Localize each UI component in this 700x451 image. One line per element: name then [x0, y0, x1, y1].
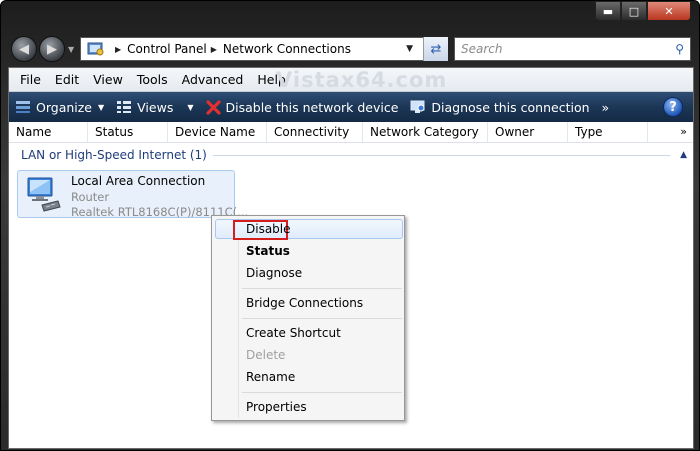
- column-type[interactable]: Type: [568, 122, 648, 142]
- navigation-buttons: ◀ ▶ ▼: [11, 36, 74, 62]
- address-bar[interactable]: ▶ Control Panel ▶ Network Connections ▼: [80, 37, 448, 61]
- chevron-down-icon: ▼: [187, 102, 194, 112]
- help-button[interactable]: ?: [663, 97, 683, 117]
- chevron-down-icon: ▼: [98, 102, 105, 112]
- menu-edit[interactable]: Edit: [48, 72, 86, 87]
- context-menu: Disable Status Diagnose Bridge Connectio…: [211, 215, 405, 421]
- breadcrumb-network-connections[interactable]: Network Connections: [223, 42, 351, 56]
- organize-button[interactable]: Organize ▼: [15, 100, 104, 115]
- disable-network-device-label: Disable this network device: [225, 99, 399, 115]
- menu-item-create-shortcut[interactable]: Create Shortcut: [246, 326, 341, 340]
- menu-advanced[interactable]: Advanced: [175, 72, 251, 87]
- network-adapter-icon: [27, 177, 61, 212]
- diagnose-icon: [410, 100, 426, 114]
- column-connectivity[interactable]: Connectivity: [267, 122, 363, 142]
- recent-pages-dropdown[interactable]: ▼: [68, 45, 74, 54]
- control-panel-icon: [87, 42, 104, 56]
- menu-item-status[interactable]: Status: [246, 244, 290, 258]
- menu-separator: [242, 392, 402, 393]
- close-button[interactable]: ✕: [647, 1, 691, 21]
- explorer-window: ▬ □ ✕ ◀ ▶ ▼ ▶ Control Panel ▶ Network Co…: [0, 0, 700, 451]
- chevron-right-double-icon: »: [601, 99, 610, 115]
- minimize-icon: ▬: [602, 4, 614, 18]
- command-bar: Organize ▼ Views ▼ Disable this network …: [9, 92, 693, 122]
- forward-arrow-icon: ▶: [47, 41, 57, 57]
- menu-item-diagnose[interactable]: Diagnose: [246, 266, 302, 280]
- connection-type: Router: [71, 190, 110, 204]
- address-dropdown-icon[interactable]: ▼: [406, 44, 413, 54]
- column-network-category[interactable]: Network Category: [363, 122, 488, 142]
- menu-file[interactable]: File: [13, 72, 48, 87]
- group-divider: [212, 154, 671, 156]
- diagnose-connection-button[interactable]: Diagnose this connection: [410, 99, 590, 115]
- diagnose-connection-label: Diagnose this connection: [431, 99, 590, 115]
- toolbar-overflow-button[interactable]: »: [602, 100, 610, 115]
- maximize-button[interactable]: □: [621, 1, 647, 21]
- menu-bar: File Edit View Tools Advanced Help Vista…: [9, 68, 693, 92]
- help-icon: ?: [669, 99, 677, 115]
- maximize-icon: □: [628, 4, 640, 18]
- forward-button[interactable]: ▶: [39, 36, 65, 62]
- breadcrumb-control-panel[interactable]: Control Panel: [127, 42, 207, 56]
- organize-label: Organize: [36, 99, 92, 115]
- menu-item-delete: Delete: [246, 348, 286, 362]
- column-name[interactable]: Name: [9, 122, 88, 142]
- red-x-icon: [205, 99, 221, 115]
- views-label: Views: [137, 99, 174, 115]
- column-device-name[interactable]: Device Name: [168, 122, 267, 142]
- refresh-icon: ⇄: [430, 41, 442, 57]
- context-menu-gutter: [238, 218, 239, 418]
- menu-separator: [242, 318, 402, 319]
- search-placeholder: Search: [461, 42, 503, 56]
- menu-item-rename[interactable]: Rename: [246, 370, 295, 384]
- menu-separator: [242, 288, 402, 289]
- organize-icon: [15, 100, 31, 114]
- menu-tools[interactable]: Tools: [130, 72, 175, 87]
- group-label: LAN or High-Speed Internet (1): [21, 148, 207, 162]
- disable-network-device-button[interactable]: Disable this network device: [205, 99, 399, 115]
- caption-buttons: ▬ □ ✕: [595, 1, 691, 21]
- collapse-group-icon[interactable]: ▲: [680, 150, 687, 160]
- back-button[interactable]: ◀: [11, 36, 37, 62]
- views-button[interactable]: Views ▼: [116, 99, 194, 115]
- breadcrumb-separator-icon: ▶: [115, 44, 122, 54]
- search-icon[interactable]: ⚲: [675, 42, 684, 56]
- columns-overflow-icon[interactable]: »: [680, 125, 687, 138]
- menu-item-bridge-connections[interactable]: Bridge Connections: [246, 296, 363, 310]
- menu-item-disable[interactable]: Disable: [246, 222, 291, 236]
- watermark: Vistax64.com: [276, 68, 448, 92]
- column-status[interactable]: Status: [88, 122, 168, 142]
- column-headers: Name Status Device Name Connectivity Net…: [9, 122, 693, 143]
- views-icon: [116, 100, 132, 114]
- menu-view[interactable]: View: [86, 72, 130, 87]
- local-area-connection-item[interactable]: Local Area Connection Router Realtek RTL…: [17, 170, 248, 219]
- menu-item-properties[interactable]: Properties: [246, 400, 307, 414]
- search-input[interactable]: Search ⚲: [454, 37, 691, 61]
- breadcrumb-separator-icon: ▶: [210, 44, 217, 54]
- back-arrow-icon: ◀: [19, 41, 29, 57]
- column-owner[interactable]: Owner: [488, 122, 568, 142]
- connection-name: Local Area Connection: [71, 174, 206, 188]
- close-icon: ✕: [664, 4, 674, 18]
- group-header[interactable]: LAN or High-Speed Internet (1) ▲: [21, 148, 687, 162]
- minimize-button[interactable]: ▬: [595, 1, 621, 21]
- refresh-button[interactable]: ⇄: [423, 37, 448, 61]
